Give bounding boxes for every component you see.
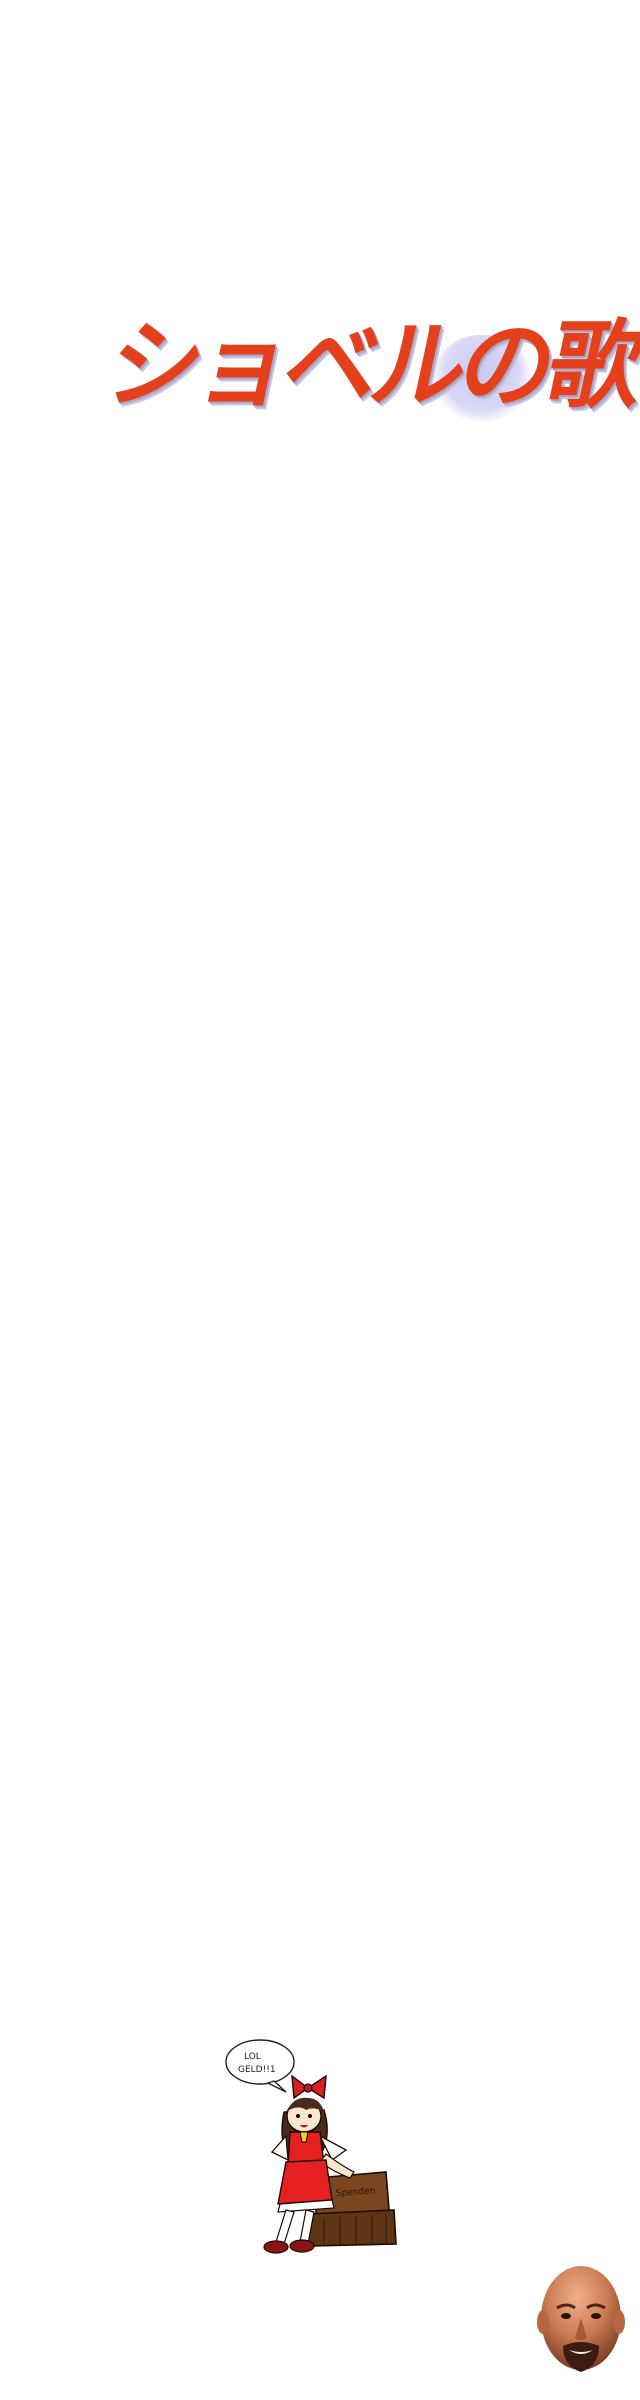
speech-bubble-line-1: LOL bbox=[244, 2052, 261, 2062]
mascot-illustration: LOL GELD!!1 Spenden bbox=[216, 2032, 406, 2272]
title-banner: ショベルの歌 bbox=[96, 300, 640, 450]
bald-man-face-image bbox=[537, 2262, 625, 2380]
speech-bubble-line-2: GELD!!1 bbox=[238, 2065, 276, 2075]
speech-bubble: LOL GELD!!1 bbox=[225, 2039, 295, 2093]
page-title: ショベルの歌 bbox=[97, 310, 640, 422]
